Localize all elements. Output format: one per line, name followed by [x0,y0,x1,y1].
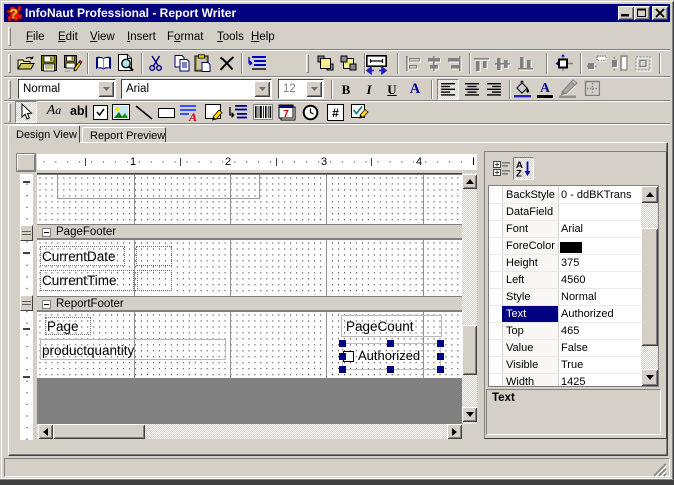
svg-text:...: ... [65,68,70,74]
svg-text:A: A [188,110,197,124]
svg-text:?: ? [9,6,18,22]
svg-text:#: # [332,106,339,120]
svg-text:Z: Z [516,169,522,180]
svg-text:7: 7 [283,109,289,120]
